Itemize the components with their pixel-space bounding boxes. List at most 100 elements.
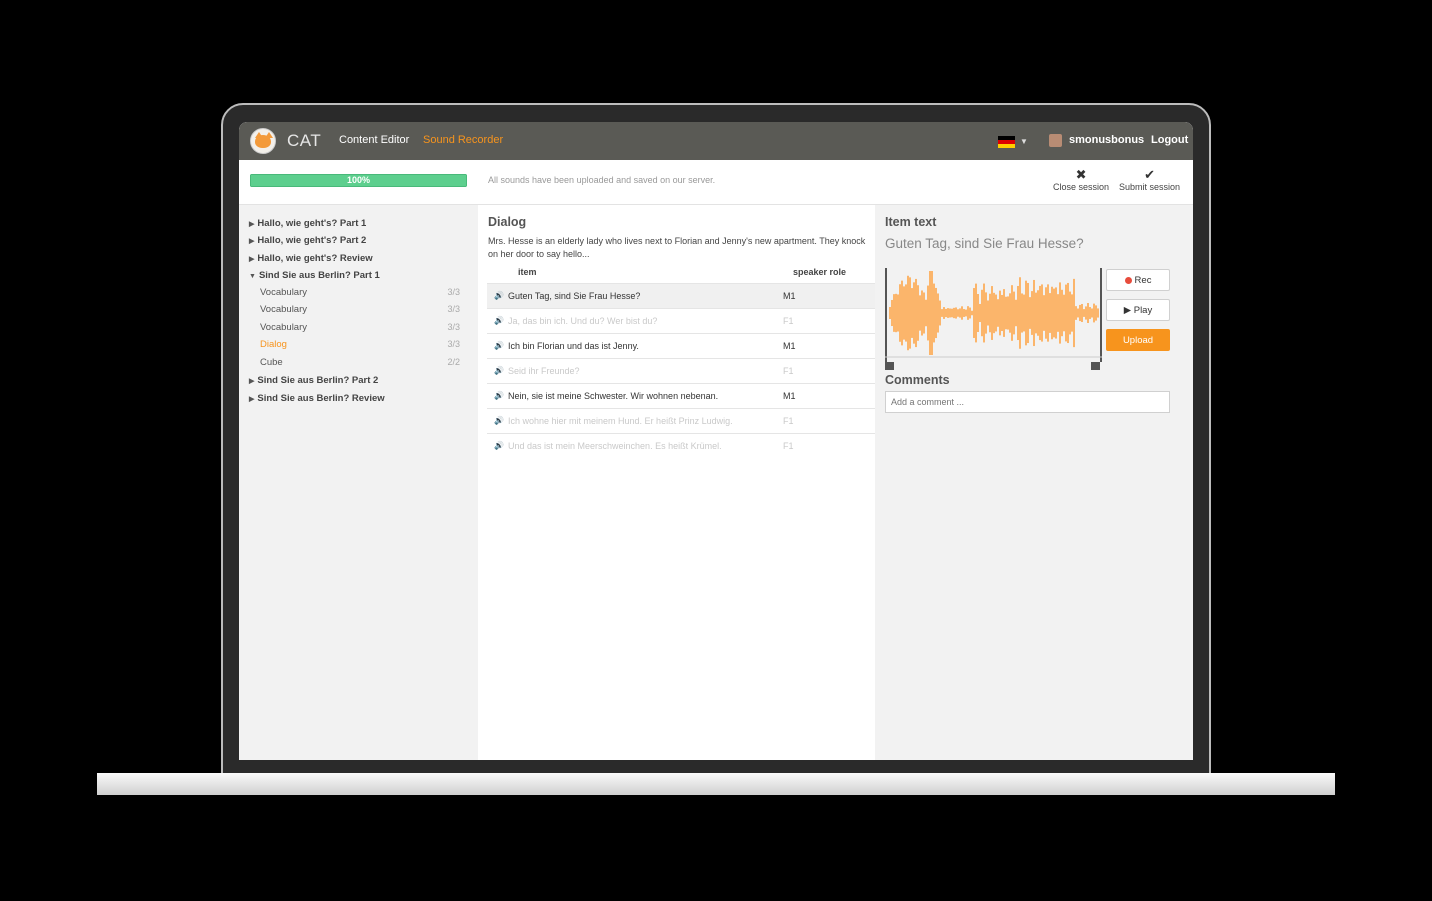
table-row[interactable]: 🔊 Und das ist mein Meerschweinchen. Es h… [487,433,875,458]
sidebar-subitem-vocabulary[interactable]: Vocabulary 3/3 [260,322,460,333]
lesson-item[interactable]: ▶ Sind Sie aus Berlin? Review [249,393,385,404]
waveform-bar [1011,285,1013,341]
waveform-bar [909,277,911,349]
row-text: Ja, das bin ich. Und du? Wer bist du? [508,316,658,326]
table-row[interactable]: 🔊 Ja, das bin ich. Und du? Wer bist du? … [487,308,875,333]
waveform-bar [965,309,967,317]
table-row[interactable]: 🔊 Seid ihr Freunde? F1 [487,358,875,383]
waveform[interactable] [885,268,1102,370]
waveform-bar [991,286,993,340]
row-role: F1 [783,416,794,426]
waveform-bar [1003,289,1005,337]
logout-link[interactable]: Logout [1151,134,1188,146]
avatar[interactable] [1049,134,1062,147]
expand-triangle-icon: ▶ [249,256,255,263]
sidebar-subitem-vocabulary[interactable]: Vocabulary 3/3 [260,304,460,315]
dialog-description: Mrs. Hesse is an elderly lady who lives … [488,236,866,259]
speaker-icon[interactable]: 🔊 [494,341,504,350]
waveform-bar [947,308,949,318]
cat-logo-icon[interactable] [250,128,276,154]
expand-triangle-icon: ▶ [249,221,255,228]
german-flag-icon[interactable] [998,136,1015,148]
table-row[interactable]: 🔊 Ich bin Florian und das ist Jenny. M1 [487,333,875,358]
trim-handle-left [885,362,894,370]
waveform-bar [1027,282,1029,344]
status-message: All sounds have been uploaded and saved … [488,175,716,185]
upload-button[interactable]: Upload [1106,329,1170,351]
lesson-item-expanded[interactable]: ▼ Sind Sie aus Berlin? Part 1 [249,270,380,281]
waveform-bar [941,309,943,317]
table-row[interactable]: 🔊 Nein, sie ist meine Schwester. Wir woh… [487,383,875,408]
lesson-label: Hallo, wie geht's? Review [257,253,373,264]
brand-name: CAT [287,131,322,150]
waveform-bar [989,293,991,333]
waveform-bar [1059,282,1061,344]
waveform-bar [915,278,917,348]
lesson-item[interactable]: ▶ Hallo, wie geht's? Part 2 [249,235,366,246]
waveform-bar [1035,292,1037,334]
row-role: F1 [783,366,794,376]
lesson-label: Sind Sie aus Berlin? Review [257,393,385,404]
sidebar-subitem-vocabulary[interactable]: Vocabulary 3/3 [260,287,460,298]
speaker-icon[interactable]: 🔊 [494,291,504,300]
waveform-bar [1077,308,1079,318]
waveform-bar [993,292,995,334]
waveform-bar [961,306,963,320]
comment-input[interactable] [885,391,1170,413]
close-session-button[interactable]: ✖ Close session [1053,168,1109,193]
speaker-icon[interactable]: 🔊 [494,441,504,450]
row-text: Und das ist mein Meerschweinchen. Es hei… [508,441,722,451]
row-text: Seid ihr Freunde? [508,366,580,376]
waveform-bar [1031,291,1033,335]
speaker-icon[interactable]: 🔊 [494,416,504,425]
nav-sound-recorder[interactable]: Sound Recorder [423,134,503,146]
waveform-bar [1083,309,1085,317]
check-icon: ✔ [1144,167,1155,182]
username[interactable]: smonusbonus [1069,134,1144,146]
row-role: M1 [783,291,796,301]
subitem-count: 3/3 [447,322,460,332]
waveform-bar [1075,306,1077,320]
language-caret-icon[interactable]: ▼ [1020,137,1028,146]
table-row[interactable]: 🔊 Ich wohne hier mit meinem Hund. Er hei… [487,408,875,433]
upload-label: Upload [1122,335,1154,346]
lesson-item[interactable]: ▶ Hallo, wie geht's? Part 1 [249,218,366,229]
dialog-panel: Dialog Mrs. Hesse is an elderly lady who… [478,205,875,760]
waveform-bar [1049,293,1051,333]
waveform-bar [1061,289,1063,337]
speaker-icon[interactable]: 🔊 [494,366,504,375]
table-row[interactable]: 🔊 Guten Tag, sind Sie Frau Hesse? M1 [487,283,875,308]
speaker-icon[interactable]: 🔊 [494,316,504,325]
waveform-bar [903,286,905,340]
play-icon: ▶ [1123,305,1134,316]
lesson-label: Sind Sie aus Berlin? Part 1 [258,270,380,281]
speaker-icon[interactable]: 🔊 [494,391,504,400]
comments-label: Comments [885,373,950,387]
lesson-item[interactable]: ▶ Sind Sie aus Berlin? Part 2 [249,375,378,386]
waveform-bar [1095,305,1097,321]
waveform-bar [911,288,913,338]
submit-session-button[interactable]: ✔ Submit session [1119,167,1180,193]
lesson-sidebar: ▶ Hallo, wie geht's? Part 1 ▶ Hallo, wie g… [239,205,477,760]
upload-progress-bar: 100% [250,174,467,187]
sidebar-subitem-dialog[interactable]: Dialog 3/3 [260,339,460,350]
play-button[interactable]: ▶ Play [1106,299,1170,321]
nav-content-editor[interactable]: Content Editor [339,134,409,146]
trim-handle-right [1091,362,1100,370]
waveform-bar [977,294,979,332]
waveform-bar [919,295,921,331]
sidebar-subitem-cube[interactable]: Cube 2/2 [260,357,460,368]
waveform-bar [943,307,945,319]
waveform-bar [1097,308,1099,318]
waveform-bar [995,294,997,332]
waveform-bar [999,290,1001,336]
waveform-bar [1055,287,1057,339]
waveform-bar [925,299,927,327]
waveform-bar [1013,291,1015,335]
expand-triangle-icon: ▶ [249,378,255,385]
waveform-bar [1093,303,1095,323]
waveform-bar [949,308,951,318]
waveform-bar [933,283,935,343]
rec-button[interactable]: Rec [1106,269,1170,291]
lesson-item[interactable]: ▶ Hallo, wie geht's? Review [249,253,373,264]
